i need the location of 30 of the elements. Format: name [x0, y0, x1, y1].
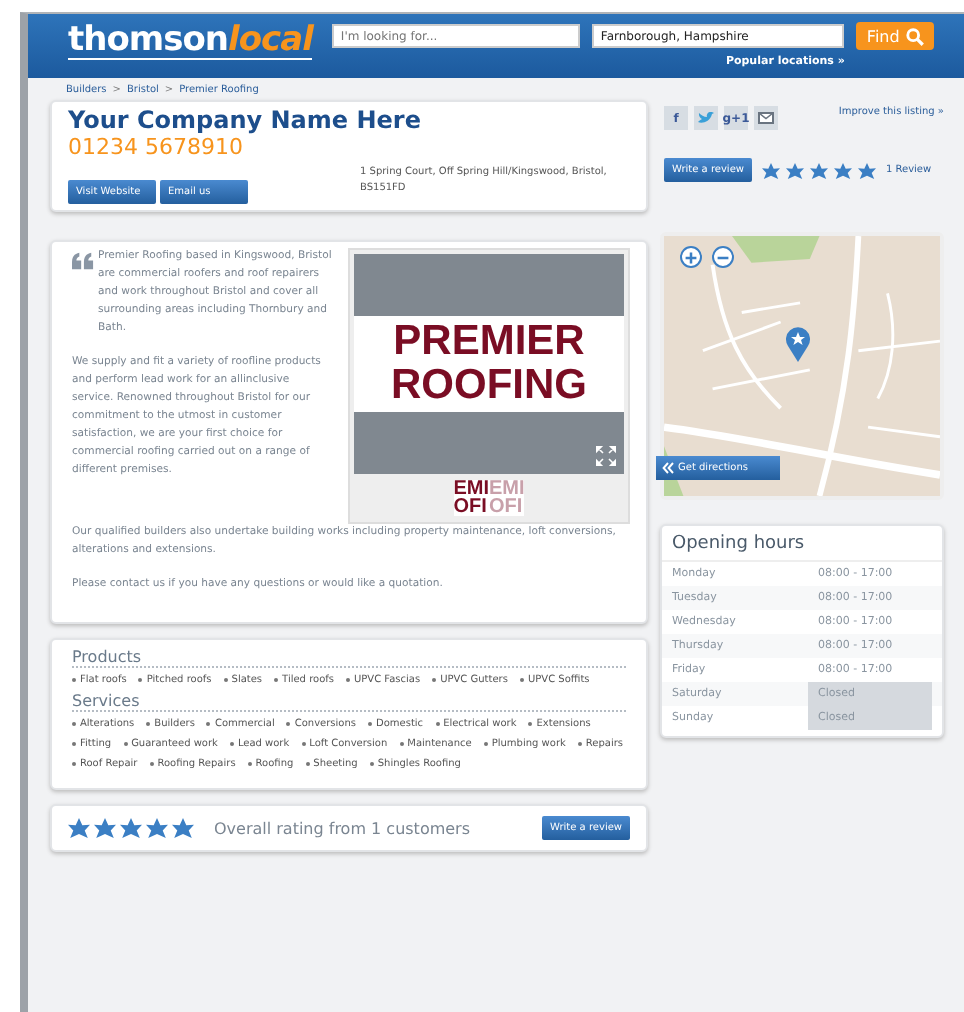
section-title: Products [72, 648, 626, 668]
share-button[interactable] [754, 106, 778, 130]
envelope-icon [758, 112, 774, 124]
logo[interactable]: thomsonlocal [68, 22, 313, 60]
star-icon [68, 818, 90, 838]
bird-icon [698, 111, 714, 125]
star-icon [94, 818, 116, 838]
star-icon [833, 161, 852, 179]
star-icon [761, 161, 780, 179]
map-pin-icon [784, 326, 812, 362]
company-name: Your Company Name Here [68, 106, 423, 134]
star-icon [120, 818, 142, 838]
logo-text: ROOFING [389, 364, 589, 408]
thumbnail[interactable]: EMI OFI [453, 480, 489, 516]
chevron-icon [662, 462, 674, 474]
star-icon [172, 818, 194, 838]
expand-icon[interactable] [596, 446, 616, 466]
star-icon [857, 161, 876, 179]
rating-summary: Overall rating from 1 customers [214, 819, 473, 837]
quote-icon [72, 252, 94, 270]
star-icon [785, 161, 804, 179]
star-icon [809, 161, 828, 179]
plus-icon [682, 247, 700, 267]
opening-hours-title: Opening hours [662, 526, 942, 562]
search-icon [905, 27, 924, 45]
section-title: Services [72, 692, 626, 712]
phone-number: 01234 5678910 [68, 134, 245, 160]
logo-text: PREMIER [391, 320, 587, 364]
share-button[interactable] [694, 106, 718, 130]
star-icon [146, 818, 168, 838]
